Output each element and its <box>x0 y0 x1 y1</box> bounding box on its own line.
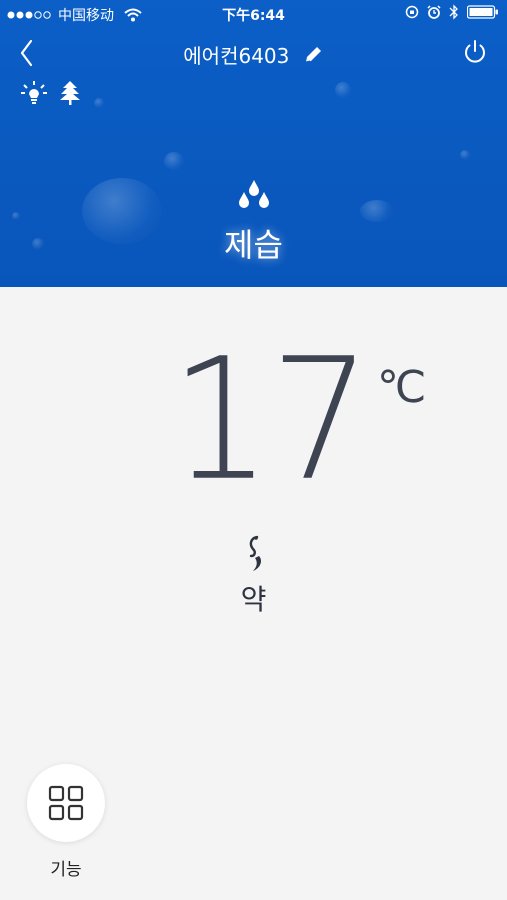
mode-label: 제습 <box>224 226 283 264</box>
title-area: 에어컨6403 <box>0 40 507 69</box>
status-bar: 中国移动 下午6:44 <box>0 0 507 28</box>
header-panel: 中国移动 下午6:44 에어컨6403 제습 <box>0 0 507 287</box>
alarm-icon <box>427 5 441 19</box>
droplets-icon <box>238 180 269 208</box>
light-icon <box>21 81 47 104</box>
mode-display[interactable]: 제습 <box>0 178 507 266</box>
fan-speed[interactable]: 약 <box>0 534 507 618</box>
grid-icon <box>48 785 84 821</box>
fan-speed-label: 약 <box>240 583 267 616</box>
temperature-unit: ℃ <box>377 362 427 413</box>
temperature-value: 17 <box>170 321 372 518</box>
power-icon[interactable] <box>461 38 489 66</box>
water-drop-decoration <box>460 150 470 160</box>
tree-icon <box>60 81 80 105</box>
function-button[interactable] <box>27 764 105 842</box>
bluetooth-icon <box>449 4 458 20</box>
nav-bar: 에어컨6403 <box>0 30 507 76</box>
water-drop-decoration <box>94 98 104 108</box>
status-icons <box>20 80 82 106</box>
status-right <box>405 4 499 20</box>
fan-icon <box>249 535 261 571</box>
water-drop-decoration <box>335 82 351 98</box>
function-label: 기능 <box>50 860 82 880</box>
water-drop-decoration <box>164 152 184 170</box>
battery-icon <box>467 5 498 19</box>
edit-icon[interactable] <box>302 44 324 66</box>
orientation-lock-icon <box>405 5 419 19</box>
device-title: 에어컨6403 <box>183 44 290 68</box>
